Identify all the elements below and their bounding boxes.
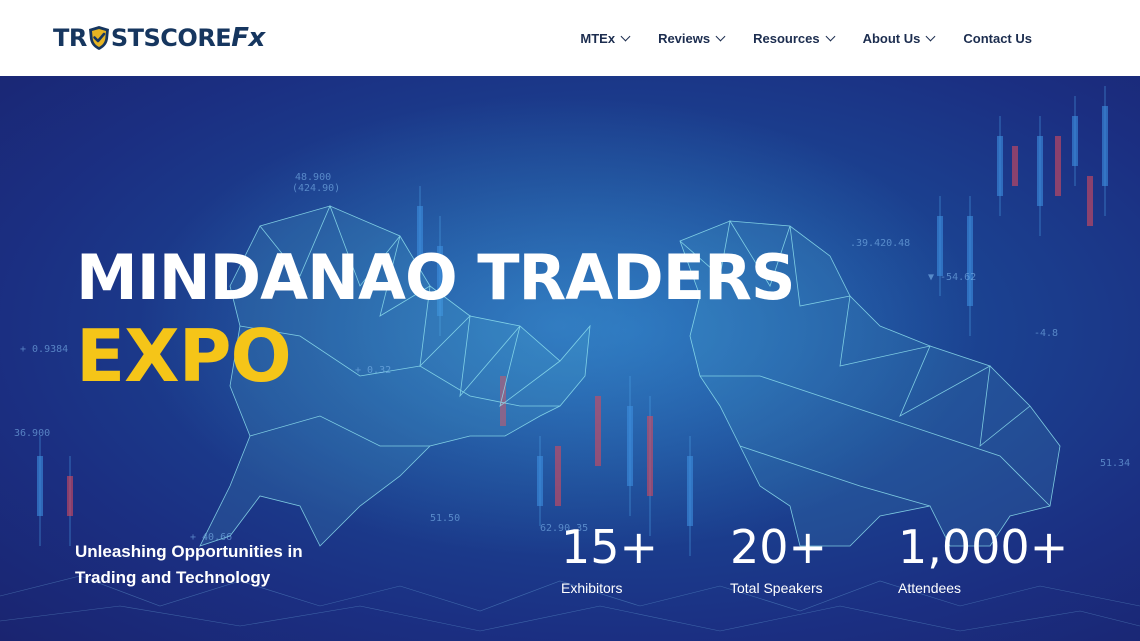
hero-title: MINDANAO TRADERS xyxy=(76,241,795,314)
logo-text-part2: STSCORE xyxy=(110,24,232,52)
stat-label: Attendees xyxy=(898,580,962,596)
hero-title-highlight: EXPO xyxy=(76,314,292,398)
nav-item-label: About Us xyxy=(862,30,921,46)
stat-label: Exhibitors xyxy=(561,580,623,596)
logo[interactable]: TR STSCORE Fx xyxy=(53,22,265,54)
svg-text:(424.90): (424.90) xyxy=(292,183,340,194)
chevron-down-icon xyxy=(825,31,836,41)
logo-fx: Fx xyxy=(231,23,265,53)
svg-text:36.900: 36.900 xyxy=(14,428,50,439)
shield-check-icon xyxy=(88,26,109,50)
chevron-down-icon xyxy=(715,31,726,41)
svg-text:+ 0.32: + 0.32 xyxy=(355,365,391,376)
site-header: TR STSCORE Fx MTEx Reviews Resources Abo… xyxy=(0,0,1140,76)
logo-wordmark: TR STSCORE Fx xyxy=(53,23,265,53)
nav-item-resources[interactable]: Resources xyxy=(753,30,836,46)
nav-item-label: Resources xyxy=(753,30,820,46)
main-nav: MTEx Reviews Resources About Us Contact … xyxy=(551,0,1032,76)
stat-label: Total Speakers xyxy=(730,580,823,596)
nav-item-label: MTEx xyxy=(580,30,616,46)
nav-item-mtex[interactable]: MTEx xyxy=(580,30,631,46)
svg-text:▼ -54.62: ▼ -54.62 xyxy=(928,272,976,283)
hero-tagline: Unleashing Opportunities in Trading and … xyxy=(75,542,303,587)
stat-exhibitors: 15+ Exhibitors xyxy=(561,524,658,596)
svg-text:-4.8: -4.8 xyxy=(1034,328,1058,339)
nav-item-label: Contact Us xyxy=(963,30,1032,46)
svg-text:.39.420.48: .39.420.48 xyxy=(850,238,910,249)
stat-value: 1,000+ xyxy=(898,520,1069,574)
stat-value: 20+ xyxy=(730,520,828,574)
svg-text:+ 0.9384: + 0.9384 xyxy=(20,344,68,355)
svg-text:51.50: 51.50 xyxy=(430,513,460,524)
stat-attendees: 1,000+ Attendees xyxy=(898,524,1068,596)
nav-item-label: Reviews xyxy=(658,30,711,46)
nav-item-contact-us[interactable]: Contact Us xyxy=(963,31,1032,46)
logo-text-part1: TR xyxy=(53,24,87,52)
hero-banner: 48.900 (424.90) + 0.9384 + 0.32 36.900 + 40… xyxy=(0,76,1140,641)
svg-text:51.34: 51.34 xyxy=(1100,458,1130,469)
nav-item-reviews[interactable]: Reviews xyxy=(658,30,726,46)
stat-value: 15+ xyxy=(561,520,659,574)
chevron-down-icon xyxy=(925,31,936,41)
svg-text:48.900: 48.900 xyxy=(295,172,331,183)
chevron-down-icon xyxy=(620,31,631,41)
stat-total-speakers: 20+ Total Speakers xyxy=(730,524,827,596)
nav-item-about-us[interactable]: About Us xyxy=(862,30,936,46)
